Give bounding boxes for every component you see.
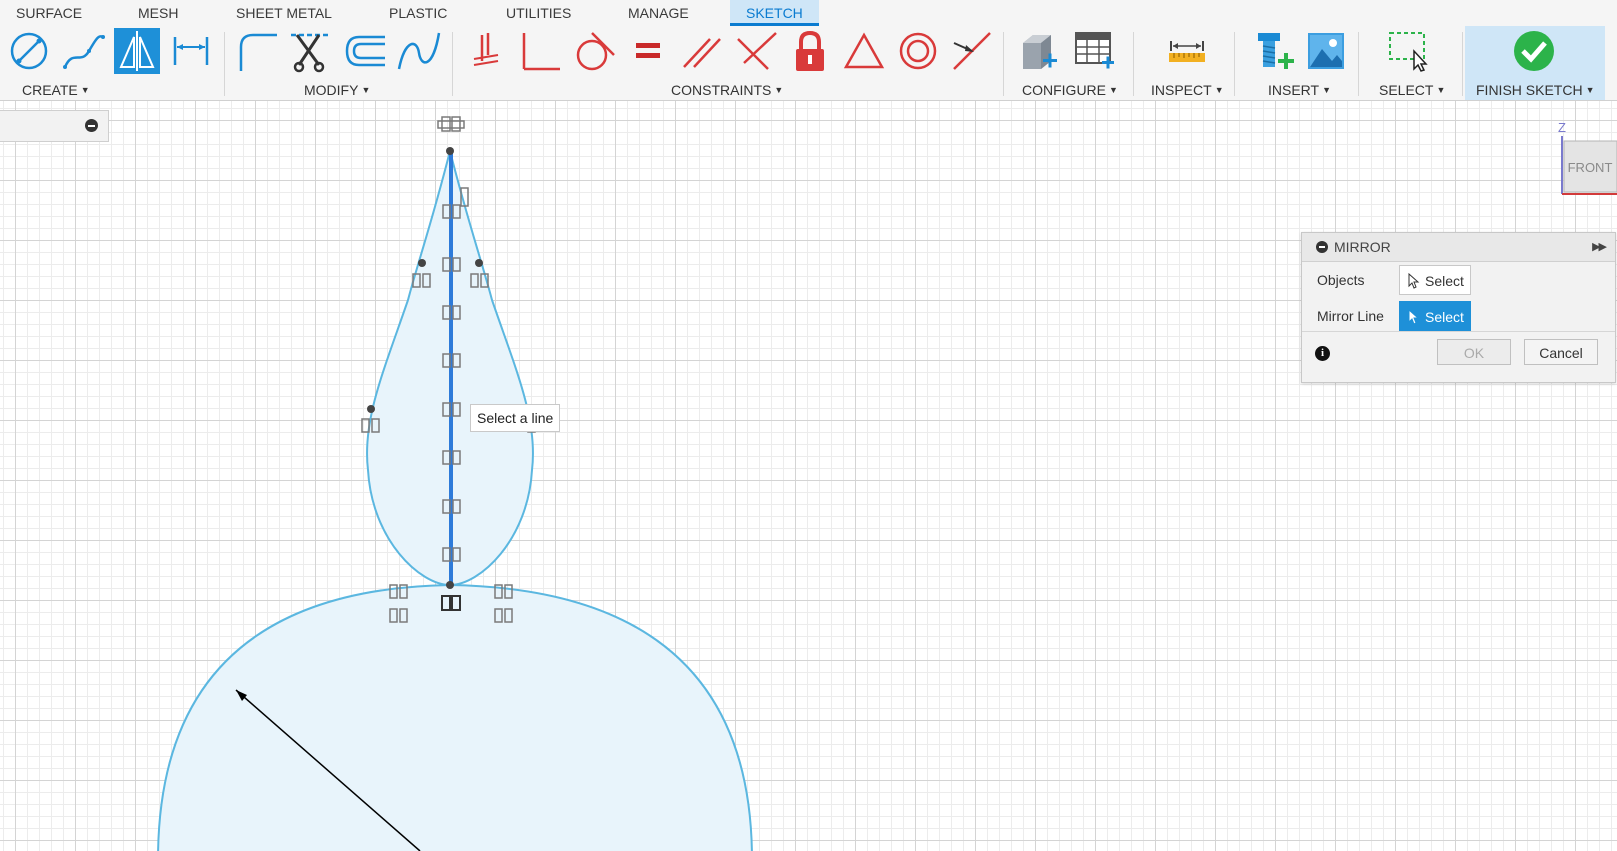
perpendicular-icon[interactable] (517, 28, 563, 74)
trim-icon[interactable] (288, 28, 334, 74)
info-icon[interactable]: i (1315, 346, 1330, 361)
sketch-dimension-icon[interactable] (168, 28, 214, 74)
select-menu[interactable]: SELECT ▼ (1379, 82, 1445, 98)
check-icon[interactable] (1511, 28, 1557, 74)
axis-z-label: Z (1558, 120, 1566, 135)
ok-button[interactable]: OK (1437, 339, 1511, 365)
spline-icon[interactable] (60, 28, 106, 74)
toolbar-ribbon: CREATE ▼ MODIFY ▼ CONSTRAINTS ▼ CONFIGUR… (0, 26, 1617, 101)
modify-menu[interactable]: MODIFY ▼ (304, 82, 370, 98)
expand-icon[interactable]: ▶▶ (1592, 233, 1607, 261)
divider (1462, 32, 1463, 96)
divider (1302, 331, 1615, 332)
tab-utilities[interactable]: UTILITIES (506, 0, 571, 26)
mirror-dialog-header: MIRROR ▶▶ (1302, 233, 1615, 262)
inspect-menu[interactable]: INSPECT ▼ (1151, 82, 1224, 98)
cancel-button[interactable]: Cancel (1524, 339, 1598, 365)
constraints-menu[interactable]: CONSTRAINTS ▼ (671, 82, 783, 98)
mirror-line-select-label: Select (1425, 309, 1464, 325)
insert-menu-label: INSERT (1268, 82, 1320, 98)
mirror-line-label: Mirror Line (1317, 308, 1384, 324)
inspect-menu-label: INSPECT (1151, 82, 1212, 98)
chevron-down-icon: ▼ (1109, 85, 1118, 95)
fix-icon[interactable] (787, 28, 833, 74)
midpoint-icon[interactable] (949, 28, 995, 74)
view-cube-face-label[interactable]: FRONT (1568, 160, 1613, 175)
chevron-down-icon: ▼ (1585, 85, 1595, 95)
sketch-geometry[interactable] (0, 101, 1617, 851)
workspace-tab-bar: SURFACE MESH SHEET METAL PLASTIC UTILITI… (0, 0, 1617, 26)
chevron-down-icon: ▼ (1436, 85, 1446, 95)
divider (1133, 32, 1134, 96)
objects-row: Objects Select (1302, 262, 1615, 298)
mirror-line-select-button[interactable]: Select (1399, 301, 1471, 331)
collinear-icon[interactable] (733, 28, 779, 74)
divider (452, 32, 453, 96)
view-cube[interactable]: Z FRONT (1548, 114, 1617, 204)
chevron-down-icon: ▼ (774, 85, 784, 95)
tab-plastic[interactable]: PLASTIC (389, 0, 447, 26)
configure-menu-label: CONFIGURE (1022, 82, 1106, 98)
mirror-dialog-title: MIRROR (1334, 239, 1391, 255)
mirror-line-row: Mirror Line Select (1302, 298, 1615, 334)
objects-select-button[interactable]: Select (1399, 265, 1471, 295)
mirror-dialog: MIRROR ▶▶ Objects Select Mirror Line Sel… (1301, 232, 1616, 383)
collapse-icon[interactable] (85, 119, 98, 132)
parameters-table-icon[interactable] (1071, 28, 1117, 74)
chevron-down-icon: ▼ (1214, 85, 1224, 95)
finish-sketch-label: FINISH SKETCH (1476, 82, 1583, 98)
equal-icon[interactable] (625, 28, 671, 74)
insert-canvas-icon[interactable] (1303, 28, 1349, 74)
tab-mesh[interactable]: MESH (138, 0, 178, 26)
divider (1234, 32, 1235, 96)
offset-icon[interactable] (342, 28, 388, 74)
measure-icon[interactable] (1164, 28, 1210, 74)
objects-label: Objects (1317, 272, 1365, 288)
create-menu[interactable]: CREATE ▼ (22, 82, 90, 98)
cursor-icon (1408, 273, 1420, 289)
chevron-down-icon: ▼ (80, 85, 90, 95)
constraints-menu-label: CONSTRAINTS (671, 82, 772, 98)
divider (224, 32, 225, 96)
divider (1358, 32, 1359, 96)
fillet-icon[interactable] (234, 28, 280, 74)
cursor-icon (1408, 309, 1420, 325)
collapse-icon[interactable] (1316, 241, 1328, 253)
tab-surface[interactable]: SURFACE (16, 0, 82, 26)
triangle-icon[interactable] (841, 28, 887, 74)
insert-mcmaster-icon[interactable] (1251, 28, 1297, 74)
tangent-icon[interactable] (571, 28, 617, 74)
fit-point-spline-icon[interactable] (396, 28, 442, 74)
line-icon[interactable] (6, 28, 52, 74)
window-select-icon[interactable] (1385, 28, 1431, 74)
modify-menu-label: MODIFY (304, 82, 359, 98)
configure-model-icon[interactable] (1016, 28, 1062, 74)
select-menu-label: SELECT (1379, 82, 1434, 98)
chevron-down-icon: ▼ (361, 85, 371, 95)
browser-panel (0, 110, 109, 142)
coincident-icon[interactable] (463, 28, 509, 74)
finish-sketch-menu[interactable]: FINISH SKETCH ▼ (1476, 82, 1595, 98)
insert-menu[interactable]: INSERT ▼ (1268, 82, 1331, 98)
mirror-icon[interactable] (114, 28, 160, 74)
tab-sketch[interactable]: SKETCH (730, 0, 819, 26)
tooltip: Select a line (470, 404, 561, 432)
tab-manage[interactable]: MANAGE (628, 0, 689, 26)
sketch-arc[interactable] (157, 583, 753, 851)
tab-sheet-metal[interactable]: SHEET METAL (236, 0, 332, 26)
configure-menu[interactable]: CONFIGURE ▼ (1022, 82, 1118, 98)
parallel-icon[interactable] (679, 28, 725, 74)
concentric-icon[interactable] (895, 28, 941, 74)
create-menu-label: CREATE (22, 82, 78, 98)
objects-select-label: Select (1425, 273, 1464, 289)
chevron-down-icon: ▼ (1322, 85, 1332, 95)
divider (1003, 32, 1004, 96)
